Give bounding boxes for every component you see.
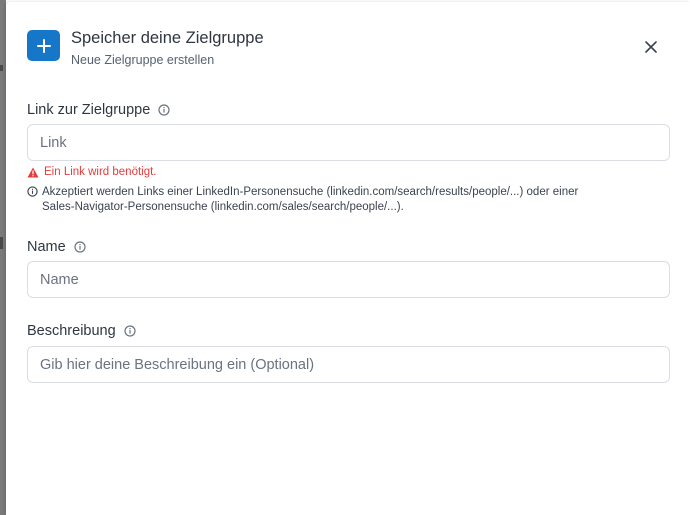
name-field-label: Name bbox=[27, 239, 86, 255]
link-field-label: Link zur Zielgruppe bbox=[27, 102, 170, 118]
dialog-title: Speicher deine Zielgruppe bbox=[71, 29, 264, 47]
info-icon[interactable] bbox=[74, 241, 86, 253]
link-input[interactable] bbox=[27, 124, 670, 161]
create-audience-dialog: Speicher deine Zielgruppe Neue Zielgrupp… bbox=[6, 2, 690, 515]
info-icon[interactable] bbox=[158, 104, 170, 116]
link-error-text: Ein Link wird benötigt. bbox=[44, 166, 157, 178]
description-input[interactable] bbox=[27, 346, 670, 383]
close-button[interactable] bbox=[640, 36, 662, 58]
name-label-text: Name bbox=[27, 239, 66, 255]
link-label-text: Link zur Zielgruppe bbox=[27, 102, 151, 118]
warning-icon bbox=[27, 167, 39, 177]
link-hint: Akzeptiert werden Links einer LinkedIn-P… bbox=[27, 185, 667, 215]
description-label-text: Beschreibung bbox=[27, 323, 116, 339]
description-field-label: Beschreibung bbox=[27, 323, 136, 339]
link-error-message: Ein Link wird benötigt. bbox=[27, 166, 157, 178]
link-hint-text: Akzeptiert werden Links einer LinkedIn-P… bbox=[42, 185, 578, 215]
link-hint-line: Sales-Navigator-Personensuche (linkedin.… bbox=[42, 201, 404, 213]
name-input[interactable] bbox=[27, 261, 670, 298]
info-icon bbox=[27, 186, 38, 197]
plus-icon bbox=[27, 30, 60, 61]
background-fragment bbox=[0, 237, 3, 249]
info-icon[interactable] bbox=[124, 325, 136, 337]
dialog-subtitle: Neue Zielgruppe erstellen bbox=[71, 53, 215, 67]
background-fragment bbox=[0, 65, 3, 71]
link-hint-line: Akzeptiert werden Links einer LinkedIn-P… bbox=[42, 186, 579, 198]
close-icon bbox=[645, 41, 657, 53]
